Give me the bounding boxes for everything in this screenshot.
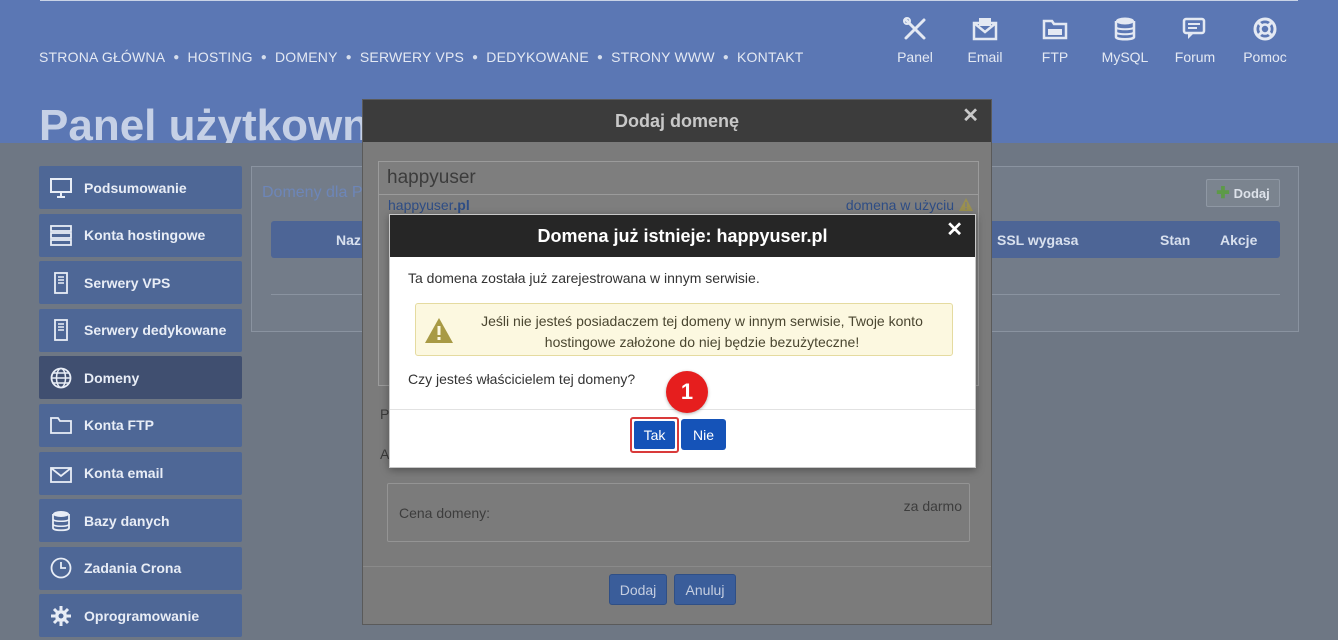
server-icon xyxy=(49,223,73,247)
nav-hosting[interactable]: HOSTING xyxy=(188,49,253,65)
database-icon xyxy=(1114,17,1136,41)
tool-forum-label: Forum xyxy=(1174,49,1216,65)
sidebar: Podsumowanie Konta hostingowe Serwery VP… xyxy=(39,166,242,640)
suggestion-tld: .pl xyxy=(453,197,470,213)
step-badge: 1 xyxy=(666,371,708,413)
sidebar-item-label: Domeny xyxy=(84,369,140,386)
dialog-question: Czy jesteś właścicielem tej domeny? xyxy=(408,371,636,387)
sidebar-item-label: Bazy danych xyxy=(84,512,170,529)
close-icon[interactable]: ✕ xyxy=(946,217,963,242)
sidebar-item-label: Konta FTP xyxy=(84,417,154,434)
tool-mysql-label: MySQL xyxy=(1101,49,1149,65)
sidebar-item-label: Serwery VPS xyxy=(84,274,171,291)
nav-contact[interactable]: KONTAKT xyxy=(737,49,803,65)
suggestion-status: domena w użyciu xyxy=(845,197,954,213)
sidebar-item-dedicated[interactable]: Serwery dedykowane xyxy=(39,308,242,352)
sidebar-item-hosting[interactable]: Konta hostingowe xyxy=(39,213,242,257)
warning-icon xyxy=(425,318,453,343)
sidebar-item-domains[interactable]: Domeny xyxy=(39,356,242,400)
tool-help[interactable]: Pomoc xyxy=(1230,16,1300,65)
column-ssl: SSL wygasa xyxy=(997,232,1079,248)
folder-icon xyxy=(1042,19,1068,40)
sidebar-item-ftp[interactable]: Konta FTP xyxy=(39,403,242,447)
warning-text: Jeśli nie jesteś posiadaczem tej domeny … xyxy=(481,313,923,350)
sidebar-item-label: Konta hostingowe xyxy=(84,227,206,244)
clock-icon xyxy=(49,556,73,580)
nav-vps[interactable]: SERWERY VPS xyxy=(360,49,464,65)
domain-exists-dialog-title: Domena już istnieje: happyuser.pl xyxy=(390,215,975,257)
folder-icon xyxy=(49,413,73,437)
top-navigation: STRONA GŁÓWNA ● HOSTING ● DOMENY ● SERWERY … xyxy=(39,49,804,65)
warning-icon xyxy=(959,198,973,211)
tool-mysql[interactable]: MySQL xyxy=(1090,16,1160,65)
tower-icon xyxy=(49,318,73,342)
column-status: Stan xyxy=(1160,232,1191,248)
tool-email[interactable]: Email xyxy=(950,16,1020,65)
domains-panel-title: Domeny dla P xyxy=(262,184,363,201)
cancel-button[interactable]: Anuluj xyxy=(674,574,736,605)
yes-button[interactable]: Tak xyxy=(634,421,675,449)
price-label: Cena domeny: xyxy=(399,505,491,521)
sidebar-item-label: Podsumowanie xyxy=(84,179,187,196)
tool-help-label: Pomoc xyxy=(1243,49,1287,65)
add-domain-label: Dodaj xyxy=(1233,185,1270,201)
sidebar-item-software[interactable]: Oprogramowanie xyxy=(39,594,242,638)
forum-icon xyxy=(1182,17,1206,39)
price-box: Cena domeny: za darmo xyxy=(387,483,970,542)
gear-icon xyxy=(49,604,73,628)
close-icon[interactable]: ✕ xyxy=(962,103,979,128)
tools-icon xyxy=(903,17,926,40)
tool-ftp[interactable]: FTP xyxy=(1020,16,1090,65)
lifebuoy-icon xyxy=(1253,17,1277,41)
domain-exists-dialog: Domena już istnieje: happyuser.pl ✕ Ta d… xyxy=(389,214,976,468)
tool-panel[interactable]: Panel xyxy=(880,16,950,65)
sidebar-item-label: Zadania Crona xyxy=(84,560,182,577)
column-name: Naz xyxy=(336,232,361,248)
tool-email-label: Email xyxy=(967,49,1003,65)
sidebar-item-email[interactable]: Konta email xyxy=(39,451,242,495)
nav-dedicated[interactable]: DEDYKOWANE xyxy=(486,49,589,65)
header-top-line xyxy=(40,0,1298,1)
column-actions: Akcje xyxy=(1220,232,1258,248)
quick-tools: Panel Email FTP MySQL Forum Pomoc xyxy=(880,16,1300,65)
sidebar-item-cron[interactable]: Zadania Crona xyxy=(39,546,242,590)
sidebar-item-vps[interactable]: Serwery VPS xyxy=(39,261,242,305)
field-label-p: P xyxy=(380,406,390,422)
email-icon xyxy=(49,461,73,485)
add-domain-button[interactable]: ✚ Dodaj xyxy=(1206,179,1280,207)
plus-icon: ✚ xyxy=(1216,185,1230,202)
field-label-a: A xyxy=(380,446,390,462)
no-button[interactable]: Nie xyxy=(681,419,726,450)
tower-icon xyxy=(49,271,73,295)
sidebar-item-label: Oprogramowanie xyxy=(84,607,200,624)
tool-forum[interactable]: Forum xyxy=(1160,16,1230,65)
database-icon xyxy=(49,509,73,533)
price-value: za darmo xyxy=(903,498,962,514)
suggestion-name: happyuser xyxy=(388,197,454,213)
email-icon xyxy=(972,18,998,41)
dialog-footer-divider xyxy=(363,566,991,567)
nav-domains[interactable]: DOMENY xyxy=(275,49,338,65)
monitor-icon xyxy=(49,176,73,200)
suggestion-domain[interactable]: happyuser.pl xyxy=(388,197,470,213)
tool-panel-label: Panel xyxy=(897,49,933,65)
dialog-message: Ta domena została już zarejestrowana w i… xyxy=(408,270,760,286)
sidebar-item-databases[interactable]: Bazy danych xyxy=(39,499,242,543)
sidebar-item-label: Konta email xyxy=(84,465,164,482)
add-button[interactable]: Dodaj xyxy=(609,574,667,605)
domain-search-input[interactable]: happyuser xyxy=(378,161,979,195)
tool-ftp-label: FTP xyxy=(1041,49,1069,65)
nav-websites[interactable]: STRONY WWW xyxy=(611,49,715,65)
warning-box: Jeśli nie jesteś posiadaczem tej domeny … xyxy=(415,303,953,356)
sidebar-item-summary[interactable]: Podsumowanie xyxy=(39,166,242,209)
yes-button-highlight: Tak xyxy=(630,417,679,453)
add-domain-dialog-title: Dodaj domenę xyxy=(363,100,991,142)
globe-icon xyxy=(49,366,73,390)
sidebar-item-label: Serwery dedykowane xyxy=(84,322,227,339)
nav-home[interactable]: STRONA GŁÓWNA xyxy=(39,49,165,65)
